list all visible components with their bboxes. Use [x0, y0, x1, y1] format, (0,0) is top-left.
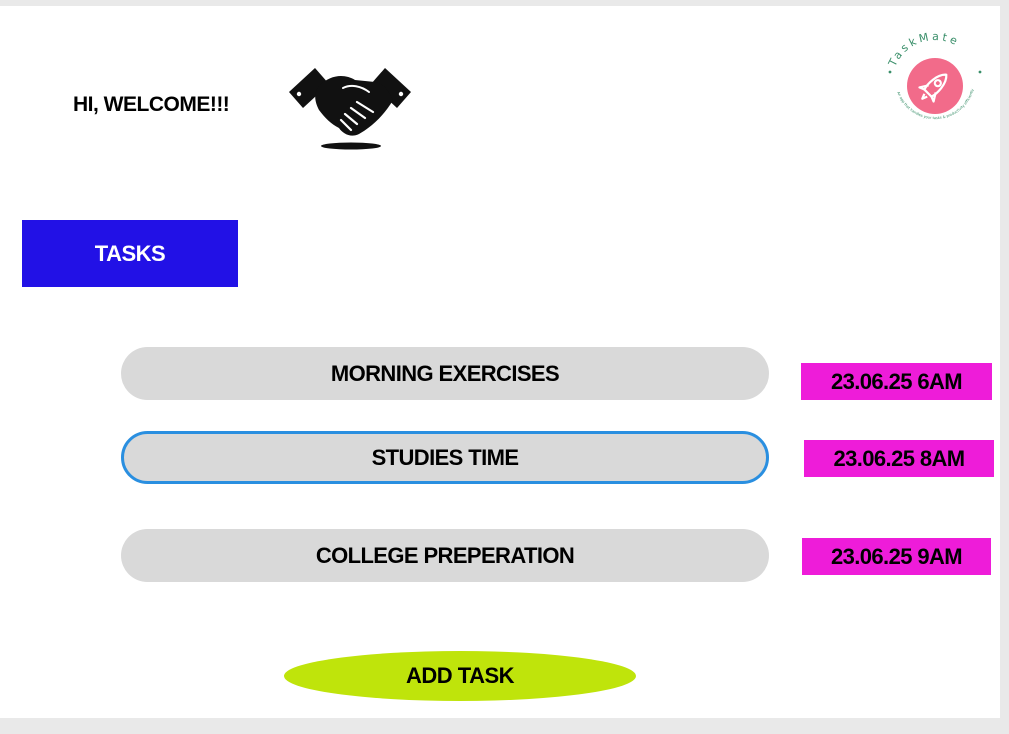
welcome-heading: HI, WELCOME!!!	[73, 93, 230, 116]
task-item-college-preperation[interactable]: COLLEGE PREPERATION	[121, 529, 769, 582]
task-item-morning-exercises[interactable]: MORNING EXERCISES	[121, 347, 769, 400]
task-item-studies-time[interactable]: STUDIES TIME	[121, 431, 769, 484]
task-due-date: 23.06.25 6AM	[801, 363, 992, 400]
add-task-button[interactable]: ADD TASK	[284, 651, 636, 701]
taskmate-logo: TaskMate An app that handles your tasks …	[885, 30, 982, 120]
task-due-date: 23.06.25 8AM	[804, 440, 994, 477]
tasks-button[interactable]: TASKS	[22, 220, 238, 287]
handshake-icon	[289, 68, 411, 150]
task-due-date: 23.06.25 9AM	[802, 538, 991, 575]
